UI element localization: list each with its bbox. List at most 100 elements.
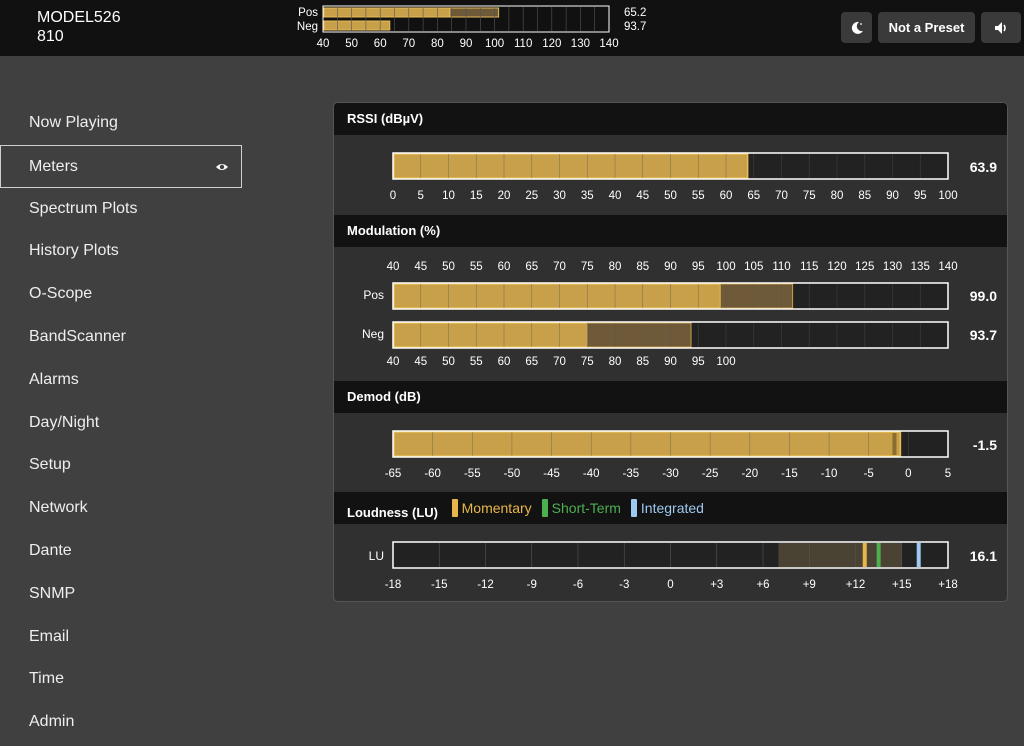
pos-label: Pos bbox=[363, 288, 384, 302]
loudness-title: Loudness (LU) bbox=[347, 505, 438, 520]
sidebar-item-spectrum-plots[interactable]: Spectrum Plots bbox=[0, 188, 242, 231]
mini-tick-label: 40 bbox=[317, 38, 330, 50]
modulation-meter: 40 45 50 55 60 65 70 75 80 85 90 95 100 105 110 115 120 1… bbox=[362, 261, 997, 368]
rssi-tick-label: 85 bbox=[858, 190, 871, 202]
modulation-top-tick-label: 75 bbox=[581, 261, 594, 273]
modulation-bottom-tick-label: 60 bbox=[498, 356, 511, 368]
sidebar-item-history-plots[interactable]: History Plots bbox=[0, 230, 242, 273]
sidebar-item-setup[interactable]: Setup bbox=[0, 444, 242, 487]
sidebar-item-label: Email bbox=[29, 627, 70, 645]
mini-tick-label: 100 bbox=[485, 38, 504, 50]
legend-label: Integrated bbox=[640, 500, 704, 516]
sidebar-item-now-playing[interactable]: Now Playing bbox=[0, 102, 242, 145]
modulation-bottom-tick-label: 100 bbox=[716, 356, 735, 368]
rssi-tick-label: 60 bbox=[720, 190, 733, 202]
rssi-tick-label: 25 bbox=[525, 190, 538, 202]
sidebar-item-email[interactable]: Email bbox=[0, 616, 242, 659]
rssi-tick-label: 15 bbox=[470, 190, 483, 202]
mini-pos-peak bbox=[449, 7, 500, 18]
loudness-tick-label: +12 bbox=[846, 579, 866, 591]
mini-tick-label: 120 bbox=[542, 38, 561, 50]
demod-tick-label: -25 bbox=[702, 468, 719, 480]
preset-button[interactable]: Not a Preset bbox=[878, 12, 975, 43]
loudness-tick-label: +9 bbox=[803, 579, 816, 591]
mini-tick-label: 60 bbox=[374, 38, 387, 50]
sidebar-item-snmp[interactable]: SNMP bbox=[0, 573, 242, 616]
modulation-top-tick-label: 110 bbox=[772, 261, 790, 273]
sidebar-item-label: History Plots bbox=[29, 242, 119, 260]
modulation-bottom-tick-label: 40 bbox=[387, 356, 400, 368]
sidebar-item-alarms[interactable]: Alarms bbox=[0, 359, 242, 402]
demod-tick-label: -15 bbox=[781, 468, 798, 480]
modulation-bottom-tick-label: 55 bbox=[470, 356, 483, 368]
loudness-tick-label: +15 bbox=[892, 579, 912, 591]
modulation-top-tick-label: 50 bbox=[442, 261, 455, 273]
sidebar-item-bandscanner[interactable]: BandScanner bbox=[0, 316, 242, 359]
audio-button[interactable] bbox=[981, 12, 1021, 43]
mini-pos-value: 65.2 bbox=[624, 7, 646, 19]
modulation-header: Modulation (%) bbox=[334, 215, 1007, 247]
sidebar-item-dante[interactable]: Dante bbox=[0, 530, 242, 573]
mini-tick-label: 90 bbox=[460, 38, 473, 50]
loudness-value: 16.1 bbox=[970, 548, 997, 564]
mini-tick-label: 80 bbox=[431, 38, 444, 50]
night-mode-button[interactable] bbox=[841, 12, 872, 43]
sidebar-item-o-scope[interactable]: O-Scope bbox=[0, 273, 242, 316]
mini-tick-label: 130 bbox=[571, 38, 590, 50]
modulation-bottom-tick-label: 90 bbox=[664, 356, 677, 368]
sidebar-item-network[interactable]: Network bbox=[0, 487, 242, 530]
meters-panel: RSSI (dBµV) 0 5 10 15 20 25 30 35 40 45 50 55 60 65 70… bbox=[333, 102, 1008, 602]
demod-tick-label: 0 bbox=[905, 468, 911, 480]
rssi-tick-label: 55 bbox=[692, 190, 705, 202]
modulation-top-tick-label: 65 bbox=[525, 261, 538, 273]
demod-bar-fill bbox=[393, 431, 902, 457]
top-bar: MODEL526 810 Pos Neg 65.2 93.7 40 50 60 70 80 90 1… bbox=[0, 0, 1024, 56]
legend-swatch bbox=[541, 499, 548, 517]
modulation-top-tick-label: 130 bbox=[883, 261, 902, 273]
short-term-marker bbox=[876, 543, 881, 567]
model-name: MODEL526 bbox=[37, 9, 121, 26]
rssi-tick-label: 70 bbox=[775, 190, 788, 202]
loudness-tick-label: +6 bbox=[756, 579, 769, 591]
mini-tick-label: 110 bbox=[514, 38, 532, 50]
neg-bar-peak bbox=[586, 322, 692, 348]
sidebar-item-label: Alarms bbox=[29, 370, 79, 388]
rssi-tick-label: 40 bbox=[609, 190, 622, 202]
rssi-tick-label: 95 bbox=[914, 190, 927, 202]
modulation-top-tick-label: 135 bbox=[911, 261, 930, 273]
legend-item-momentary: Momentary bbox=[451, 492, 532, 524]
sidebar-item-label: Meters bbox=[29, 157, 78, 175]
mini-pos-fill bbox=[323, 7, 451, 18]
legend-swatch bbox=[630, 499, 637, 517]
modulation-bottom-tick-label: 45 bbox=[414, 356, 427, 368]
mini-modulation-meter: Pos Neg 65.2 93.7 40 50 60 70 80 90 100 110 120 130 14… bbox=[297, 5, 646, 50]
modulation-top-tick-label: 80 bbox=[609, 261, 622, 273]
sidebar-item-label: Setup bbox=[29, 456, 71, 474]
loudness-meter: LU -18 -15 -12 -9 -6 -3 0 +3 +6 +9 +12 +15 +18 16.1 bbox=[369, 541, 997, 591]
rssi-tick-label: 0 bbox=[390, 190, 396, 202]
eye-icon bbox=[216, 163, 228, 170]
modulation-bottom-tick-label: 65 bbox=[525, 356, 538, 368]
demod-tick-label: 5 bbox=[945, 468, 951, 480]
sidebar-item-meters[interactable]: Meters bbox=[0, 144, 242, 188]
sidebar-item-time[interactable]: Time bbox=[0, 658, 242, 701]
demod-tick-label: -5 bbox=[864, 468, 874, 480]
neg-bar-fill bbox=[393, 322, 588, 348]
lu-label: LU bbox=[369, 549, 384, 563]
demod-peak-marker bbox=[892, 433, 897, 455]
integrated-marker bbox=[916, 543, 921, 567]
sidebar-item-day-night[interactable]: Day/Night bbox=[0, 402, 242, 445]
unit-number: 810 bbox=[37, 28, 64, 45]
sidebar-item-admin[interactable]: Admin bbox=[0, 701, 242, 744]
neg-label: Neg bbox=[362, 327, 384, 341]
modulation-top-tick-label: 140 bbox=[938, 261, 957, 273]
momentary-marker bbox=[862, 543, 867, 567]
rssi-value: 63.9 bbox=[970, 159, 997, 175]
modulation-top-tick-label: 70 bbox=[553, 261, 566, 273]
sidebar-item-label: Day/Night bbox=[29, 413, 100, 431]
demod-tick-label: -35 bbox=[623, 468, 640, 480]
demod-tick-label: -45 bbox=[543, 468, 560, 480]
rssi-tick-label: 100 bbox=[938, 190, 957, 202]
mini-tick-label: 50 bbox=[345, 38, 358, 50]
sidebar-item-label: SNMP bbox=[29, 584, 76, 602]
